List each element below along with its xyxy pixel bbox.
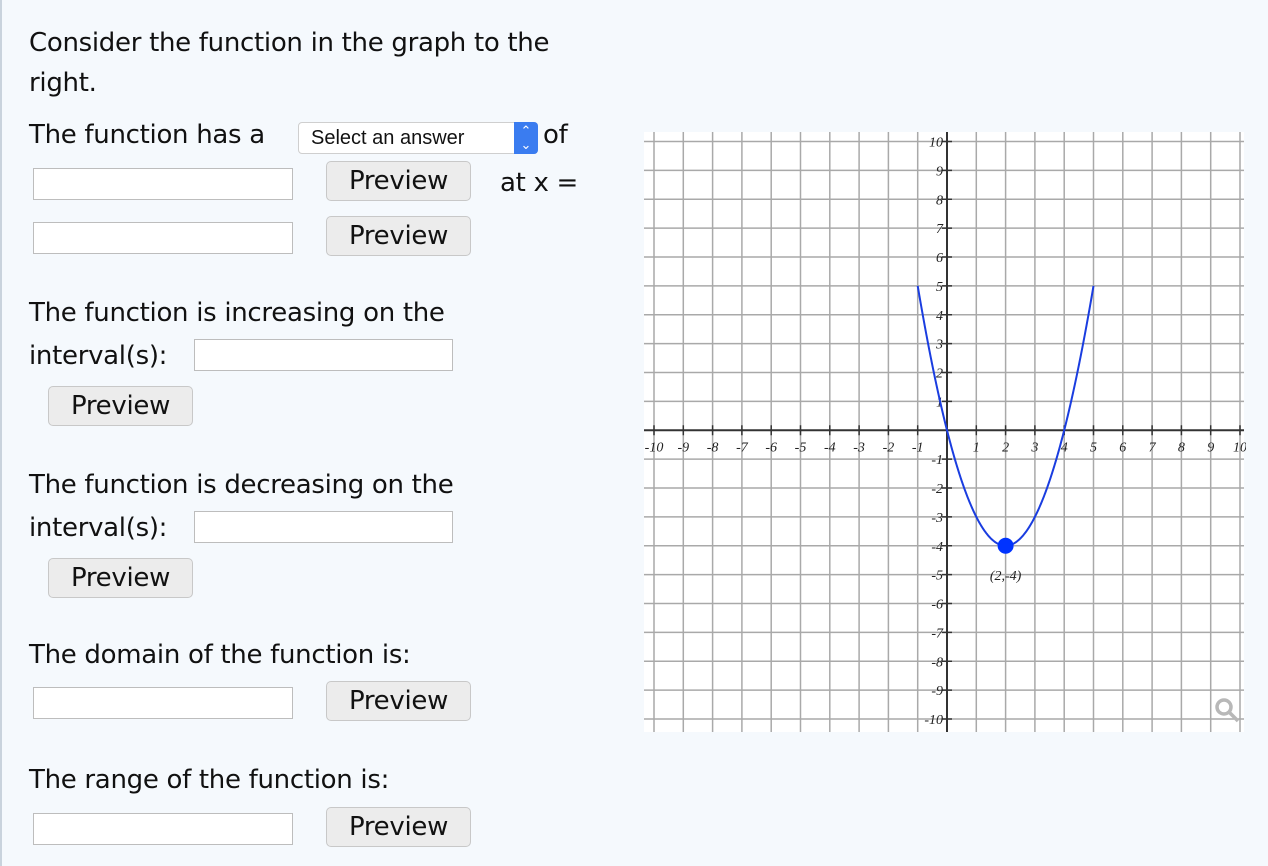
x-tick-label: -9 — [677, 440, 689, 455]
x-tick-label: -7 — [736, 440, 749, 455]
y-tick-label: 9 — [936, 164, 943, 179]
domain-label: The domain of the function is: — [29, 640, 411, 670]
x-tick-label: -8 — [707, 440, 719, 455]
x-tick-label: -1 — [912, 440, 924, 455]
y-tick-label: 7 — [936, 222, 944, 237]
x-tick-label: 6 — [1119, 440, 1126, 455]
x-tick-label: 8 — [1178, 440, 1185, 455]
increasing-label-2: interval(s): — [29, 341, 168, 371]
increasing-input[interactable] — [194, 339, 453, 371]
preview-button-range[interactable]: Preview — [326, 807, 471, 847]
has-suffix-label: of — [543, 120, 568, 150]
x-tick-label: -2 — [883, 440, 895, 455]
y-tick-label: -5 — [931, 569, 943, 584]
range-label: The range of the function is: — [29, 765, 390, 795]
decreasing-label: The function is decreasing on the — [29, 470, 454, 500]
x-tick-label: -6 — [765, 440, 777, 455]
has-prefix-label: The function has a — [29, 120, 265, 150]
extremum-x-input[interactable] — [33, 222, 293, 254]
y-tick-label: -7 — [931, 626, 944, 641]
y-tick-label: 8 — [936, 193, 943, 208]
graph-background — [644, 132, 1244, 732]
y-tick-label: 5 — [936, 280, 943, 295]
y-tick-label: -6 — [931, 598, 943, 613]
y-tick-label: 6 — [936, 251, 943, 266]
preview-button-decreasing[interactable]: Preview — [48, 558, 193, 598]
select-arrows-icon: ⌃ ⌄ — [514, 122, 538, 154]
x-tick-label: -5 — [795, 440, 807, 455]
preview-button-extremum-value[interactable]: Preview — [326, 161, 471, 201]
x-tick-label: -4 — [824, 440, 836, 455]
x-tick-label: 3 — [1030, 440, 1038, 455]
vertex-label: (2,-4) — [990, 569, 1022, 584]
x-tick-label: 7 — [1149, 440, 1157, 455]
at-x-label: at x = — [500, 168, 579, 198]
y-tick-label: 10 — [929, 136, 943, 151]
x-tick-label: -3 — [853, 440, 865, 455]
x-tick-label: 5 — [1090, 440, 1097, 455]
y-tick-label: 4 — [936, 309, 943, 324]
select-value: Select an answer — [311, 127, 465, 149]
y-tick-label: -1 — [931, 453, 943, 468]
domain-input[interactable] — [33, 687, 293, 719]
y-tick-label: 2 — [936, 367, 943, 382]
vertex-point — [997, 537, 1014, 554]
y-tick-label: -8 — [931, 655, 943, 670]
decreasing-label-2: interval(s): — [29, 513, 168, 543]
left-border — [0, 0, 2, 866]
extremum-type-select[interactable]: Select an answer ⌃ ⌄ — [298, 122, 538, 154]
increasing-label: The function is increasing on the — [29, 298, 445, 328]
y-tick-label: -4 — [931, 540, 943, 555]
y-tick-label: 3 — [935, 338, 943, 353]
range-input[interactable] — [33, 813, 293, 845]
preview-button-extremum-x[interactable]: Preview — [326, 216, 471, 256]
function-graph: -10 -9 -8 -7 -6 -5 -4 -3 -2 -1 1 2 3 4 5 6 7 8 9 10 -10 -9 -8 -… — [644, 132, 1246, 732]
x-tick-label: 1 — [973, 440, 980, 455]
question-intro: Consider the function in the graph to th… — [29, 28, 550, 98]
y-tick-label: -9 — [931, 684, 943, 699]
y-tick-label: -10 — [924, 713, 943, 728]
x-tick-label: 2 — [1002, 440, 1009, 455]
x-tick-label: -10 — [645, 440, 664, 455]
preview-button-increasing[interactable]: Preview — [48, 386, 193, 426]
decreasing-input[interactable] — [194, 511, 453, 543]
x-tick-label: 9 — [1207, 440, 1214, 455]
x-tick-label: 10 — [1233, 440, 1246, 455]
y-tick-label: -3 — [931, 511, 943, 526]
extremum-value-input[interactable] — [33, 168, 293, 200]
y-tick-label: -2 — [931, 482, 943, 497]
preview-button-domain[interactable]: Preview — [326, 681, 471, 721]
